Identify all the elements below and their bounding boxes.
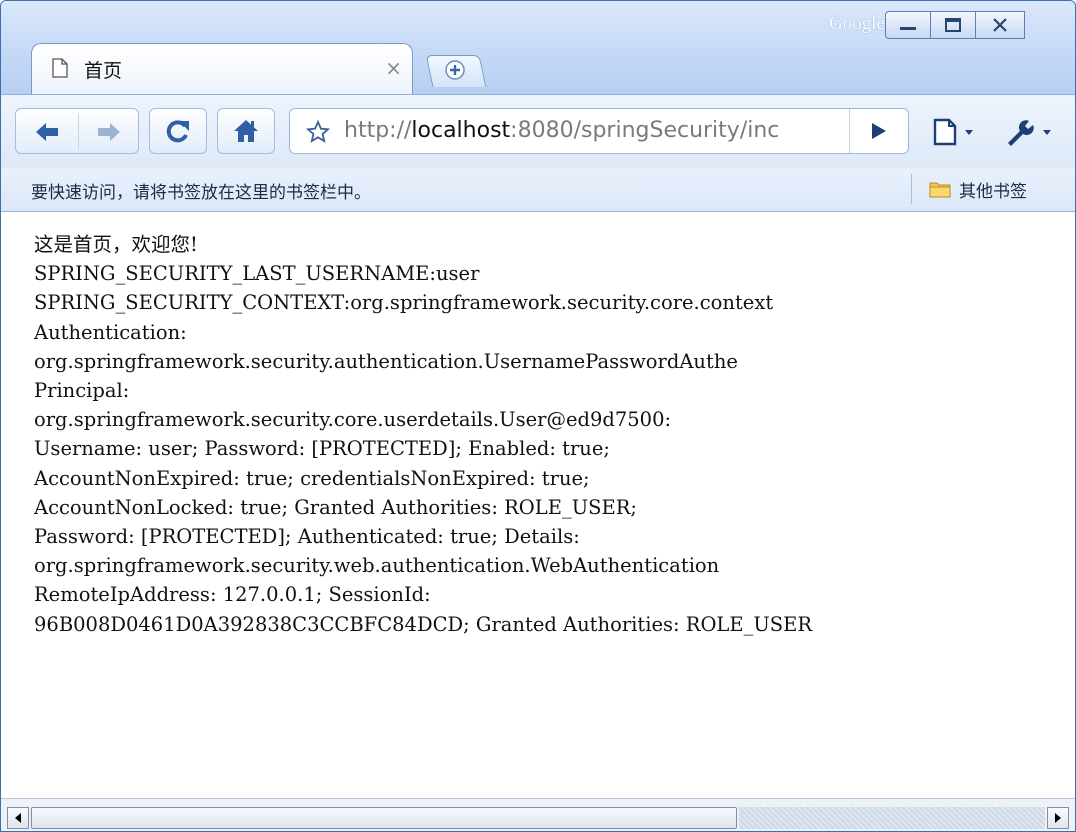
- reload-icon: [166, 120, 189, 143]
- maximize-button[interactable]: [930, 11, 976, 39]
- horizontal-scrollbar[interactable]: [1, 798, 1075, 831]
- text-line: org.springframework.security.web.authent…: [34, 554, 720, 578]
- url-path: :8080/springSecurity/inc: [510, 118, 780, 143]
- text-line: AccountNonLocked: true; Granted Authorit…: [34, 495, 637, 519]
- minimize-icon: [900, 27, 916, 30]
- text-line: SPRING_SECURITY_LAST_USERNAME:user: [34, 262, 480, 286]
- tab-close-icon[interactable]: ×: [385, 56, 402, 80]
- scroll-right-button[interactable]: [1047, 807, 1069, 829]
- title-bar[interactable]: Google 首页 ×: [1, 1, 1075, 94]
- other-bookmarks-button[interactable]: 其他书签: [921, 174, 1035, 204]
- text-line: 这是首页，欢迎您!: [34, 233, 198, 256]
- page-icon: [52, 58, 68, 78]
- scroll-left-button[interactable]: [7, 807, 29, 829]
- text-line: Password: [PROTECTED]; Authenticated: tr…: [34, 525, 580, 549]
- url-scheme: http://: [344, 118, 412, 143]
- right-triangle-icon: [1055, 813, 1061, 823]
- bookmarks-bar: 要快速访问，请将书签放在这里的书签栏中。 其他书签: [1, 168, 1075, 212]
- other-bookmarks-label: 其他书签: [959, 181, 1027, 202]
- close-icon: [993, 18, 1007, 32]
- page-text: 这是首页，欢迎您! SPRING_SECURITY_LAST_USERNAME:…: [34, 230, 812, 639]
- text-line: Authentication:: [34, 320, 187, 344]
- text-line: AccountNonExpired: true; credentialsNonE…: [34, 466, 590, 490]
- tab-title: 首页: [84, 60, 123, 82]
- url-text[interactable]: http://localhost:8080/springSecurity/inc: [344, 118, 834, 143]
- back-forward-group: [15, 108, 139, 154]
- wrench-icon[interactable]: [1003, 117, 1067, 147]
- left-triangle-icon: [15, 813, 21, 823]
- forward-arrow-icon[interactable]: [96, 121, 122, 143]
- plus-icon: [445, 60, 465, 80]
- text-line: org.springframework.security.authenticat…: [34, 349, 738, 373]
- play-icon: [872, 123, 886, 139]
- address-bar[interactable]: http://localhost:8080/springSecurity/inc: [289, 108, 909, 154]
- reload-button[interactable]: [149, 108, 207, 154]
- google-brand: Google: [829, 13, 885, 34]
- close-window-button[interactable]: [975, 11, 1025, 39]
- toolbar-divider: [78, 113, 79, 149]
- star-icon[interactable]: [306, 120, 330, 144]
- back-arrow-icon[interactable]: [34, 121, 60, 143]
- text-line: Principal:: [34, 379, 130, 403]
- tab-home[interactable]: 首页 ×: [31, 43, 413, 94]
- bookmarks-hint: 要快速访问，请将书签放在这里的书签栏中。: [31, 183, 371, 203]
- text-line: SPRING_SECURITY_CONTEXT:org.springframew…: [34, 291, 774, 315]
- text-line: RemoteIpAddress: 127.0.0.1; SessionId:: [34, 583, 431, 607]
- folder-icon: [929, 182, 951, 198]
- page-menu-icon[interactable]: [927, 117, 991, 147]
- bookmarks-divider: [911, 174, 912, 204]
- navigation-toolbar: http://localhost:8080/springSecurity/inc: [1, 94, 1075, 169]
- go-button[interactable]: [849, 109, 908, 153]
- url-host: localhost: [411, 118, 511, 143]
- home-icon: [234, 120, 258, 142]
- text-line: org.springframework.security.core.userde…: [34, 408, 672, 432]
- browser-window: Google 首页 × http://localhost:8080/spring…: [0, 0, 1076, 832]
- home-button[interactable]: [217, 108, 275, 154]
- scrollbar-thumb[interactable]: [31, 807, 737, 829]
- page-content: 这是首页，欢迎您! SPRING_SECURITY_LAST_USERNAME:…: [1, 212, 1075, 798]
- minimize-button[interactable]: [885, 11, 931, 39]
- scrollbar-track[interactable]: [739, 807, 1045, 829]
- text-line: 96B008D0461D0A392838C3CCBFC84DCD; Grante…: [34, 612, 813, 636]
- maximize-icon: [945, 18, 961, 32]
- text-line: Username: user; Password: [PROTECTED]; E…: [34, 437, 610, 461]
